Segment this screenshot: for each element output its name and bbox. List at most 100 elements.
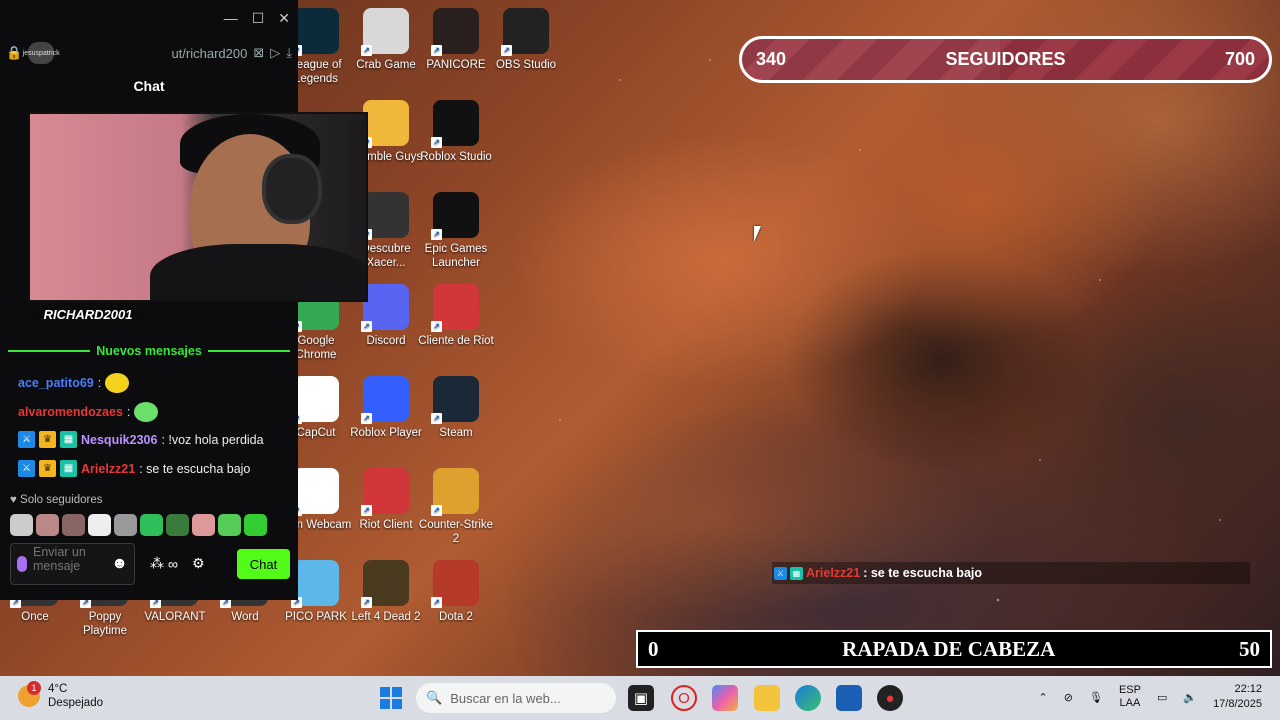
search-icon: 🔍: [426, 690, 443, 705]
weather-widget[interactable]: 1 4°C Despejado: [18, 681, 103, 710]
followers-goal: 700: [1224, 49, 1255, 69]
emote-bar: [10, 514, 267, 536]
window-titlebar: — ☐ ✕: [0, 0, 298, 36]
start-button[interactable]: [378, 685, 404, 711]
chat-username[interactable]: Nesquik2306: [81, 433, 157, 447]
emote-icon[interactable]: [192, 514, 215, 536]
mic-tray-icon[interactable]: 🎙: [1089, 691, 1103, 704]
points-icon[interactable]: ⁂: [150, 555, 164, 572]
desktop-shortcut-label: Left 4 Dead 2: [351, 611, 421, 623]
desktop-shortcut[interactable]: ↗ Crab Game: [348, 8, 424, 72]
epic-games-icon: ↗: [431, 192, 479, 240]
edge-icon[interactable]: [795, 685, 821, 711]
desktop-shortcut[interactable]: ↗ Roblox Player: [348, 376, 424, 440]
emote-icon[interactable]: [10, 514, 33, 536]
volume-icon[interactable]: 🔈: [1183, 691, 1197, 704]
emote-icon[interactable]: [88, 514, 111, 536]
desktop-shortcut[interactable]: ↗ Counter-Strike 2: [418, 468, 494, 546]
desktop-shortcut[interactable]: ↗ Riot Client: [348, 468, 424, 532]
close-icon[interactable]: ✕: [278, 10, 290, 27]
mouse-cursor-icon: [754, 226, 768, 242]
followers-label: SEGUIDORES: [945, 49, 1066, 69]
desktop-shortcut-label: Dota 2: [439, 611, 473, 623]
network-icon[interactable]: ⊘: [1064, 691, 1073, 704]
chat-title: Chat: [133, 78, 165, 94]
crab-game-icon: ↗: [361, 8, 409, 56]
opera-icon[interactable]: O: [671, 685, 697, 711]
desktop-shortcut[interactable]: ↗ Cliente de Riot: [418, 284, 494, 348]
emote-icon[interactable]: [244, 514, 267, 536]
chat-text: : !voz hola perdida: [161, 432, 264, 447]
display-icon[interactable]: ▭: [1157, 691, 1167, 704]
chat-tools: ⁂ ∞ ⚙: [150, 555, 205, 572]
file-explorer-icon[interactable]: [754, 685, 780, 711]
app-icon[interactable]: ●: [877, 685, 903, 711]
weather-sun-icon: 1: [18, 681, 41, 707]
capcut-icon: ↗: [291, 376, 339, 424]
desktop-shortcut[interactable]: ↗ Steam: [418, 376, 494, 440]
desktop-shortcut-label: Riot Client: [359, 519, 413, 531]
copilot-icon[interactable]: [712, 685, 738, 711]
emote-icon[interactable]: [140, 514, 163, 536]
windows-logo-icon: [380, 687, 402, 709]
challenge-label: RAPADA DE CABEZA: [842, 636, 1056, 661]
desktop-shortcut-label: Roblox Player: [350, 427, 422, 439]
divider-line: [8, 350, 91, 352]
store-icon[interactable]: [836, 685, 862, 711]
emote-icon[interactable]: [218, 514, 241, 536]
chat-send-button[interactable]: Chat: [237, 549, 290, 579]
emote-icon[interactable]: [62, 514, 85, 536]
emoji-icon[interactable]: ☻: [111, 555, 128, 573]
shortcut-arrow-icon: ↗: [361, 597, 372, 608]
stumble-guys-icon: ↗: [361, 100, 409, 148]
desktop-shortcut[interactable]: ↗ Epic Games Launcher: [418, 192, 494, 270]
desktop-shortcut-label: Counter-Strike 2: [418, 519, 494, 545]
send-icon[interactable]: ▷: [270, 45, 280, 61]
shortcut-arrow-icon: ↗: [361, 45, 372, 56]
clock[interactable]: 22:12 17/8/2025: [1213, 682, 1262, 712]
minimize-icon[interactable]: —: [224, 10, 238, 26]
language-indicator[interactable]: ESP LAA: [1119, 684, 1141, 710]
maximize-icon[interactable]: ☐: [252, 10, 265, 27]
colon: :: [126, 405, 131, 419]
roblox-studio-icon: ↗: [431, 100, 479, 148]
task-view-icon[interactable]: ▣: [628, 685, 654, 711]
shortcut-arrow-icon: ↗: [361, 321, 372, 332]
robot-emote-icon: [134, 402, 159, 422]
overlay-chat-message: ⚔ ▦ Arielzz21 : se te escucha bajo: [772, 562, 1250, 584]
emote-icon[interactable]: [166, 514, 189, 536]
chat-username[interactable]: ace_patito69: [18, 376, 94, 390]
emote-icon[interactable]: [36, 514, 59, 536]
desktop-shortcut-label: Steam: [439, 427, 473, 439]
chat-username[interactable]: alvaromendozaes: [18, 405, 123, 419]
infinity-icon[interactable]: ∞: [168, 556, 178, 572]
chevron-up-icon[interactable]: ⌃: [1039, 691, 1048, 704]
shortcut-arrow-icon: ↗: [431, 597, 442, 608]
chat-message: ace_patito69:: [18, 373, 130, 393]
block-icon[interactable]: ⊠: [253, 45, 264, 61]
channel-avatar[interactable]: jesuspatrick: [23, 42, 60, 64]
settings-gear-icon[interactable]: ⚙: [192, 555, 205, 572]
desktop-shortcut[interactable]: ↗ PANICORE: [418, 8, 494, 72]
desktop-shortcut[interactable]: ↗ Dota 2: [418, 560, 494, 624]
webcam-feed: [28, 112, 368, 302]
clock-date: 17/8/2025: [1213, 698, 1262, 710]
desktop-shortcut[interactable]: ↗ Left 4 Dead 2: [348, 560, 424, 624]
desktop-shortcut[interactable]: ↗ Roblox Studio: [418, 100, 494, 164]
l4d2-icon: ↗: [361, 560, 409, 608]
taskbar-search[interactable]: 🔍 Buscar en la web...: [416, 683, 616, 713]
shortcut-arrow-icon: ↗: [501, 45, 512, 56]
desktop-shortcut-label: PICO PARK: [285, 611, 347, 623]
sub-badge-icon: ▦: [790, 566, 803, 580]
url-text[interactable]: ut/richard200: [60, 46, 247, 61]
desktop-shortcut[interactable]: ↗ OBS Studio: [488, 8, 564, 72]
shortcut-arrow-icon: ↗: [431, 413, 442, 424]
chat-message-input[interactable]: [33, 545, 106, 583]
chat-username[interactable]: Arielzz21: [81, 462, 135, 476]
lang-primary: ESP: [1118, 684, 1141, 696]
weather-desc: Despejado: [48, 697, 103, 709]
emote-icon[interactable]: [114, 514, 137, 536]
mic-icon[interactable]: [17, 556, 27, 572]
download-icon[interactable]: ⤓: [286, 45, 292, 61]
crown-badge-icon: ♛: [39, 460, 56, 477]
